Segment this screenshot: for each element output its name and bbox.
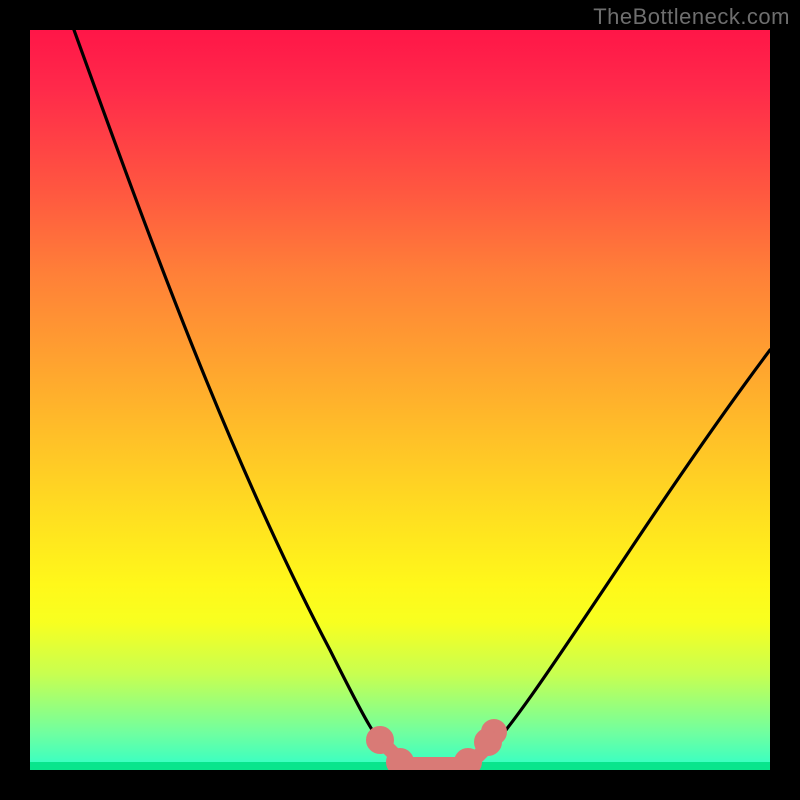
chart-frame: TheBottleneck.com <box>0 0 800 800</box>
bottleneck-curve <box>74 30 770 768</box>
branding-watermark: TheBottleneck.com <box>593 4 790 30</box>
minimum-highlight <box>373 726 500 769</box>
plot-area <box>30 30 770 770</box>
curve-layer <box>30 30 770 770</box>
